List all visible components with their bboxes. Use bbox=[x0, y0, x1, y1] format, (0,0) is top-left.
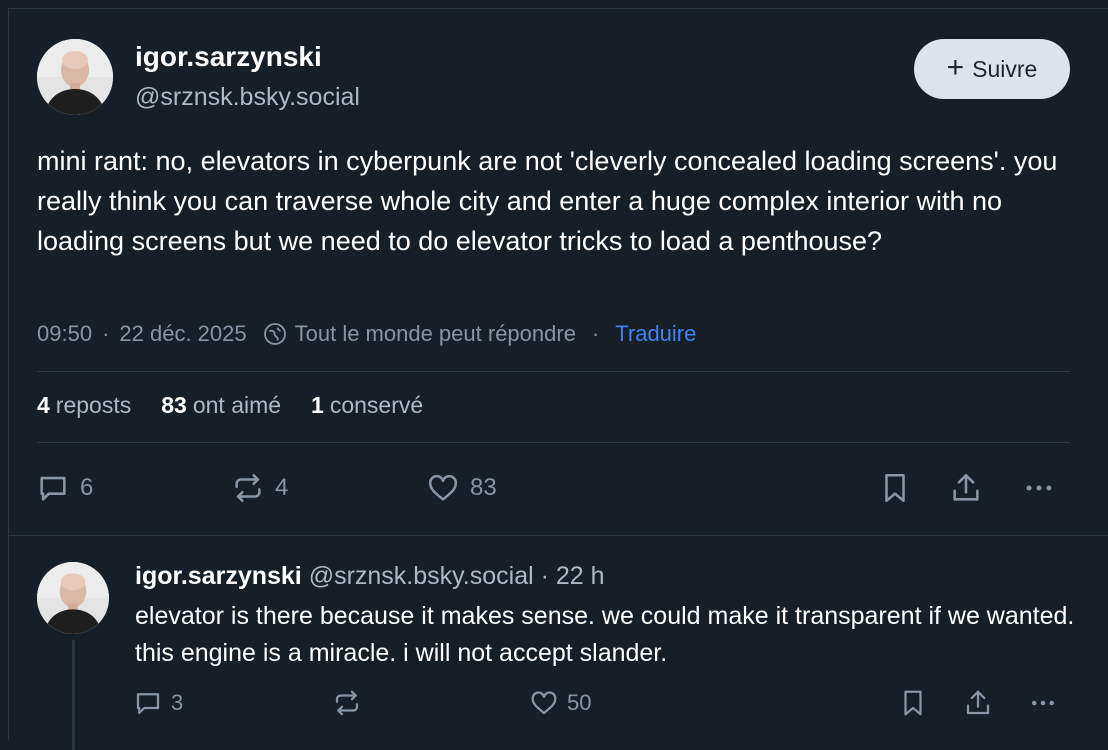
share-button[interactable] bbox=[949, 471, 983, 505]
share-upload-icon bbox=[966, 690, 990, 715]
divider bbox=[37, 371, 1070, 372]
like-button[interactable]: 50 bbox=[529, 688, 591, 718]
likes-label: ont aimé bbox=[192, 392, 282, 418]
post-meta: 09:50 · 22 déc. 2025 Tout le monde peut … bbox=[37, 319, 696, 349]
follow-label: Suivre bbox=[972, 55, 1038, 82]
bookmark-icon bbox=[885, 473, 905, 503]
reply-count: 6 bbox=[80, 474, 94, 501]
main-post: igor.sarzynski @srznsk.bsky.social + Sui… bbox=[9, 9, 1108, 536]
reply-button[interactable]: 3 bbox=[133, 688, 183, 718]
reply-permission[interactable]: Tout le monde peut répondre bbox=[295, 321, 576, 347]
share-upload-icon bbox=[953, 473, 979, 501]
heart-icon bbox=[531, 691, 557, 715]
globe-reply-icon bbox=[263, 322, 287, 346]
thread-line bbox=[72, 640, 75, 750]
bookmark-icon bbox=[904, 690, 922, 716]
plus-icon: + bbox=[946, 50, 965, 84]
bookmark-button[interactable] bbox=[878, 471, 912, 505]
saves-label: conservé bbox=[329, 392, 424, 418]
saves-stat[interactable]: 1 conservé bbox=[311, 392, 423, 419]
reply-post[interactable]: igor.sarzynski @srznsk.bsky.social · 22 … bbox=[9, 536, 1108, 750]
likes-stat[interactable]: 83 ont aimé bbox=[161, 392, 281, 419]
post-stats: 4 reposts 83 ont aimé 1 conservé bbox=[37, 392, 453, 419]
meta-separator: · bbox=[591, 321, 600, 346]
author-name[interactable]: igor.sarzynski bbox=[135, 41, 322, 73]
bookmark-button[interactable] bbox=[898, 688, 928, 718]
speech-bubble-icon bbox=[136, 693, 160, 715]
more-dots-icon bbox=[1032, 700, 1054, 706]
translate-link[interactable]: Traduire bbox=[615, 321, 696, 347]
reposts-label: reposts bbox=[55, 392, 132, 418]
repost-arrows-icon bbox=[335, 690, 359, 716]
repost-arrows-icon bbox=[235, 473, 261, 503]
share-button[interactable] bbox=[963, 688, 993, 718]
post-date: 22 déc. 2025 bbox=[119, 321, 247, 346]
reposts-stat[interactable]: 4 reposts bbox=[37, 392, 131, 419]
heart-icon bbox=[428, 474, 458, 501]
reply-author-handle[interactable]: @srznsk.bsky.social bbox=[309, 562, 534, 590]
author-handle[interactable]: @srznsk.bsky.social bbox=[135, 83, 360, 112]
like-count: 50 bbox=[567, 690, 592, 715]
reply-count: 3 bbox=[171, 690, 184, 715]
feed-frame: igor.sarzynski @srznsk.bsky.social + Sui… bbox=[8, 8, 1108, 750]
avatar[interactable] bbox=[37, 39, 113, 115]
reply-author-name[interactable]: igor.sarzynski bbox=[135, 562, 302, 590]
speech-bubble-icon bbox=[40, 476, 66, 501]
repost-button[interactable] bbox=[332, 688, 362, 718]
more-dots-icon bbox=[1026, 485, 1052, 491]
reply-header: igor.sarzynski @srznsk.bsky.social · 22 … bbox=[135, 562, 605, 591]
saves-count: 1 bbox=[311, 392, 324, 418]
like-button[interactable]: 83 bbox=[426, 471, 497, 505]
post-time: 09:50 bbox=[37, 321, 93, 346]
reply-text: elevator is there because it makes sense… bbox=[135, 602, 1075, 667]
likes-count: 83 bbox=[161, 392, 187, 418]
reposts-count: 4 bbox=[37, 392, 50, 418]
meta-separator: · bbox=[540, 562, 549, 590]
repost-button[interactable]: 4 bbox=[231, 471, 288, 505]
meta-separator: · bbox=[102, 321, 110, 346]
repost-count: 4 bbox=[275, 474, 289, 501]
more-button[interactable] bbox=[1028, 688, 1058, 718]
avatar[interactable] bbox=[37, 562, 109, 634]
post-text: mini rant: no, elevators in cyberpunk ar… bbox=[37, 146, 1058, 256]
more-button[interactable] bbox=[1022, 471, 1056, 505]
follow-button[interactable]: + Suivre bbox=[914, 39, 1070, 99]
like-count: 83 bbox=[470, 474, 497, 501]
divider bbox=[37, 442, 1070, 443]
reply-button[interactable]: 6 bbox=[36, 471, 93, 505]
reply-age: 22 h bbox=[555, 562, 605, 590]
